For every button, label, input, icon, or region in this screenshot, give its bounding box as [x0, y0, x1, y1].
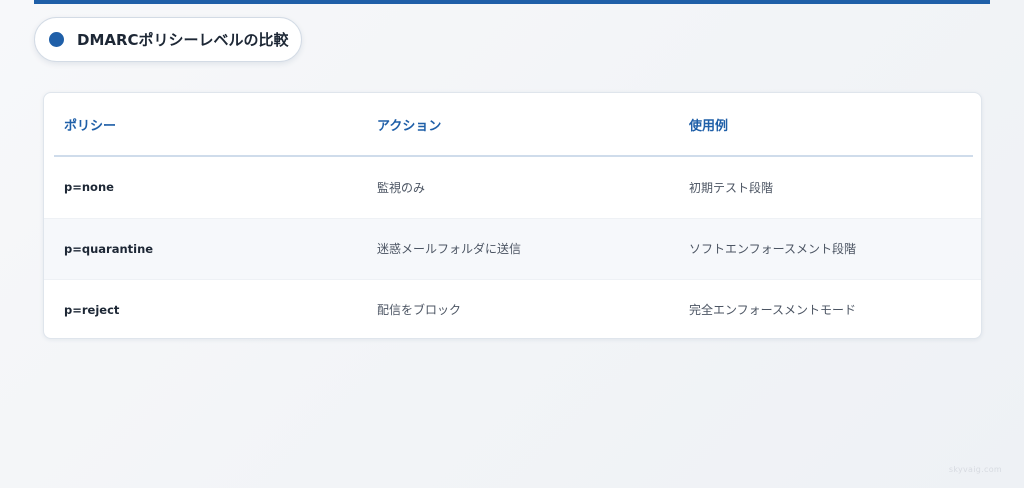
table-header-row: ポリシー アクション 使用例 — [44, 93, 981, 155]
action-cell: 配信をブロック — [357, 278, 669, 338]
policy-comparison-table: ポリシー アクション 使用例 p=none 監視のみ 初期テスト段階 p=qua… — [43, 92, 982, 339]
column-header-example: 使用例 — [689, 118, 729, 134]
action-cell: 迷惑メールフォルダに送信 — [357, 217, 669, 279]
section-title-pill: DMARCポリシーレベルの比較 — [34, 17, 302, 62]
policy-cell: p=reject — [44, 278, 357, 338]
column-header-action: アクション — [377, 118, 442, 134]
policy-cell: p=quarantine — [44, 217, 357, 279]
table-row: p=reject 配信をブロック 完全エンフォースメントモード — [44, 278, 981, 338]
section-title: DMARCポリシーレベルの比較 — [77, 31, 289, 49]
example-cell: 初期テスト段階 — [689, 180, 774, 195]
site-watermark: skyvaig.com — [948, 465, 1002, 474]
table-row: p=quarantine 迷惑メールフォルダに送信 ソフトエンフォースメント段階 — [44, 217, 981, 279]
example-cell: 完全エンフォースメントモード — [669, 278, 981, 338]
action-cell: 監視のみ — [377, 180, 426, 195]
table-row: p=none 監視のみ 初期テスト段階 — [44, 157, 981, 218]
example-cell: ソフトエンフォースメント段階 — [669, 217, 981, 279]
bullet-dot-icon — [49, 32, 64, 47]
comparison-table: ポリシー アクション 使用例 p=none 監視のみ 初期テスト段階 p=qua… — [44, 93, 981, 338]
top-accent-bar — [34, 0, 990, 4]
column-header-policy: ポリシー — [64, 118, 117, 134]
policy-cell: p=none — [64, 180, 114, 195]
